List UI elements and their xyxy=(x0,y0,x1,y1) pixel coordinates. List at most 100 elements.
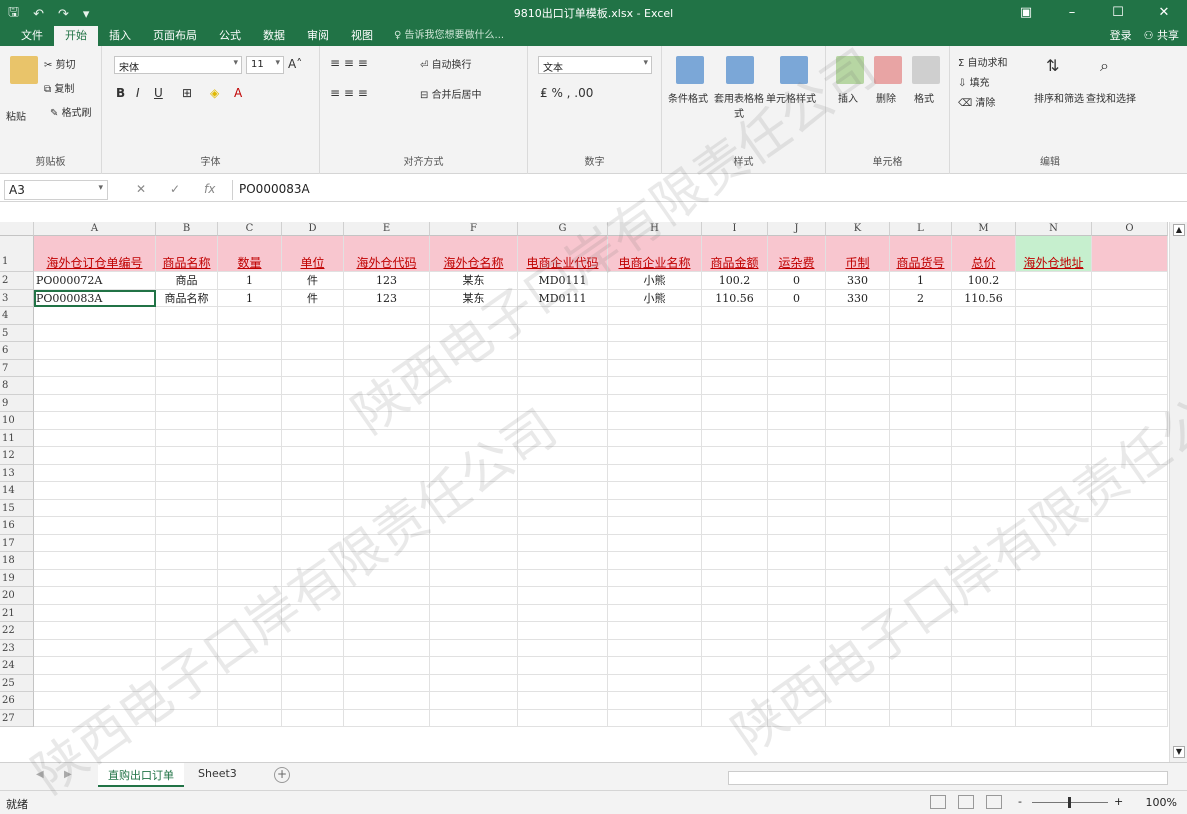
empty-cell[interactable] xyxy=(702,412,768,430)
data-cell-freight[interactable]: 0 xyxy=(768,289,826,307)
empty-cell[interactable] xyxy=(518,482,608,500)
empty-cell[interactable] xyxy=(1016,587,1092,605)
tab-data[interactable]: 数据 xyxy=(252,26,296,46)
data-cell-warehouse-code[interactable]: 123 xyxy=(344,289,430,307)
empty-cell[interactable] xyxy=(156,552,218,570)
empty-cell[interactable] xyxy=(608,324,702,342)
empty-cell[interactable] xyxy=(344,534,430,552)
empty-cell[interactable] xyxy=(768,622,826,640)
empty-cell[interactable] xyxy=(608,429,702,447)
empty-cell[interactable] xyxy=(430,447,518,465)
empty-cell[interactable] xyxy=(282,429,344,447)
empty-cell[interactable] xyxy=(826,324,890,342)
empty-cell[interactable] xyxy=(890,709,952,727)
empty-cell[interactable] xyxy=(608,482,702,500)
empty-cell[interactable] xyxy=(218,482,282,500)
row-header[interactable]: 17 xyxy=(0,534,34,552)
empty-cell[interactable] xyxy=(608,692,702,710)
header-cell-product-amount[interactable]: 商品金额 xyxy=(702,236,768,272)
empty-cell[interactable] xyxy=(702,342,768,360)
empty-cell[interactable] xyxy=(702,692,768,710)
empty-cell[interactable] xyxy=(1016,639,1092,657)
empty-cell[interactable] xyxy=(344,464,430,482)
data-cell-quantity[interactable]: 1 xyxy=(218,272,282,290)
conditional-format-button[interactable]: 条件格式 xyxy=(668,90,708,105)
empty-cell[interactable] xyxy=(282,622,344,640)
empty-cell[interactable] xyxy=(768,587,826,605)
empty-cell[interactable] xyxy=(282,657,344,675)
empty-cell[interactable] xyxy=(768,412,826,430)
empty-cell[interactable] xyxy=(430,429,518,447)
empty-cell[interactable] xyxy=(344,517,430,535)
empty-cell[interactable] xyxy=(1016,447,1092,465)
tab-page-layout[interactable]: 页面布局 xyxy=(142,26,208,46)
header-cell-unit[interactable]: 单位 xyxy=(282,236,344,272)
column-header-j[interactable]: J xyxy=(768,222,826,236)
empty-cell[interactable] xyxy=(282,587,344,605)
empty-cell[interactable] xyxy=(430,377,518,395)
row-header[interactable]: 24 xyxy=(0,657,34,675)
empty-cell[interactable] xyxy=(702,307,768,325)
data-cell-warehouse-code[interactable]: 123 xyxy=(344,272,430,290)
empty-cell[interactable] xyxy=(890,359,952,377)
empty-cell[interactable] xyxy=(952,534,1016,552)
empty-cell[interactable] xyxy=(344,499,430,517)
sheet-tab-direct-export[interactable]: 直购出口订单 xyxy=(98,763,184,787)
row-header[interactable]: 6 xyxy=(0,342,34,360)
format-as-table-icon[interactable] xyxy=(726,56,754,84)
italic-icon[interactable]: I xyxy=(136,86,140,100)
normal-view-icon[interactable] xyxy=(930,795,946,809)
tab-view[interactable]: 视图 xyxy=(340,26,384,46)
empty-cell[interactable] xyxy=(156,569,218,587)
empty-cell[interactable] xyxy=(34,307,156,325)
empty-cell[interactable] xyxy=(344,447,430,465)
empty-cell[interactable] xyxy=(344,674,430,692)
empty-cell[interactable] xyxy=(518,692,608,710)
empty-cell[interactable] xyxy=(156,604,218,622)
data-cell-total-price[interactable]: 100.2 xyxy=(952,272,1016,290)
data-cell-warehouse-name[interactable]: 某东 xyxy=(430,289,518,307)
empty-cell[interactable] xyxy=(952,447,1016,465)
data-cell-warehouse-address[interactable] xyxy=(1016,289,1092,307)
empty-cell[interactable] xyxy=(826,534,890,552)
empty-cell[interactable] xyxy=(218,342,282,360)
data-cell-freight[interactable]: 0 xyxy=(768,272,826,290)
header-cell-warehouse-name[interactable]: 海外仓名称 xyxy=(430,236,518,272)
empty-cell[interactable] xyxy=(702,517,768,535)
empty-cell[interactable] xyxy=(1016,534,1092,552)
empty-cell[interactable] xyxy=(890,517,952,535)
find-select-button[interactable]: 查找和选择 xyxy=(1086,90,1136,105)
empty-cell[interactable] xyxy=(344,324,430,342)
empty-cell[interactable] xyxy=(952,587,1016,605)
empty-cell[interactable] xyxy=(826,587,890,605)
empty-cell[interactable] xyxy=(1016,324,1092,342)
empty-cell[interactable] xyxy=(952,412,1016,430)
empty-cell[interactable] xyxy=(156,674,218,692)
empty-cell[interactable] xyxy=(344,342,430,360)
data-cell-order-no[interactable]: PO000083A xyxy=(34,289,156,307)
empty-cell[interactable] xyxy=(768,674,826,692)
empty-cell[interactable] xyxy=(952,342,1016,360)
align-left-icon[interactable]: ≡ ≡ ≡ xyxy=(330,86,368,100)
empty-cell[interactable] xyxy=(952,517,1016,535)
empty-cell[interactable] xyxy=(282,412,344,430)
empty-cell[interactable] xyxy=(34,412,156,430)
font-size-combo[interactable]: 11 xyxy=(246,56,284,74)
empty-cell[interactable] xyxy=(608,499,702,517)
empty-cell[interactable] xyxy=(1016,622,1092,640)
align-top-icon[interactable]: ≡ ≡ ≡ xyxy=(330,56,368,70)
empty-cell[interactable] xyxy=(430,394,518,412)
empty-cell[interactable] xyxy=(702,587,768,605)
empty-cell[interactable] xyxy=(1016,342,1092,360)
empty-cell[interactable] xyxy=(156,639,218,657)
empty-cell[interactable] xyxy=(608,622,702,640)
empty-cell[interactable] xyxy=(282,639,344,657)
column-header-l[interactable]: L xyxy=(890,222,952,236)
empty-cell[interactable] xyxy=(768,552,826,570)
empty-cell[interactable] xyxy=(34,709,156,727)
empty-cell[interactable] xyxy=(518,324,608,342)
empty-cell[interactable] xyxy=(702,534,768,552)
empty-cell[interactable] xyxy=(768,359,826,377)
empty-cell[interactable] xyxy=(282,604,344,622)
header-cell-warehouse-address[interactable]: 海外仓地址 xyxy=(1016,236,1092,272)
